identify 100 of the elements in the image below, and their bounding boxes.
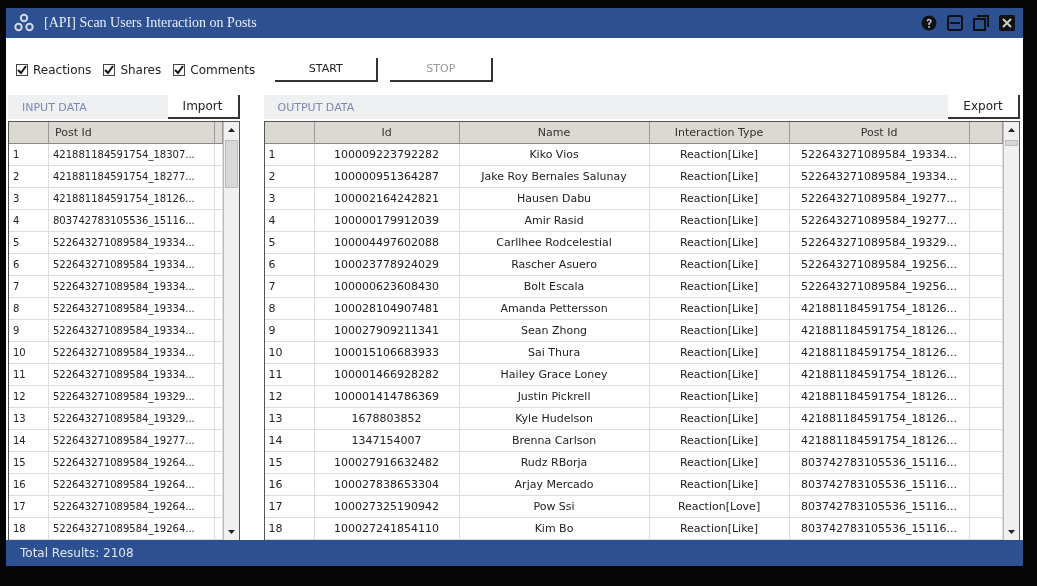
table-cell: 522643271089584_19334... [49,364,215,386]
row-number: 11 [9,364,49,386]
panel-title: OUTPUT DATA [276,100,356,114]
row-number: 2 [9,166,49,188]
table-cell: 100009223792282 [314,144,460,166]
table-cell: 100000951364287 [314,166,460,188]
row-number: 10 [9,342,49,364]
table-cell: 421881184591754_18126... [789,408,970,430]
row-number: 2 [264,166,315,188]
table-cell: Arjay Mercado [459,474,650,496]
column-header[interactable]: Name [459,122,650,144]
row-number: 15 [9,452,49,474]
table-cell: 522643271089584_19256... [789,254,970,276]
table-cell: Rascher Asuero [459,254,650,276]
option-checkbox[interactable]: Reactions [16,62,92,77]
table-cell: 421881184591754_18126... [789,342,970,364]
row-number: 3 [9,188,49,210]
table-cell: Reaction[Like] [649,144,790,166]
table-cell: 100028104907481 [314,298,460,320]
row-number: 17 [9,496,49,518]
table-cell: 803742783105536_15116... [789,452,970,474]
table-cell: Reaction[Like] [649,210,790,232]
row-number: 17 [264,496,315,518]
row-number: 6 [264,254,315,276]
row-number: 15 [264,452,315,474]
row-number: 11 [264,364,315,386]
table-cell: Justin Pickrell [459,386,650,408]
table-cell: Reaction[Like] [649,254,790,276]
table-cell: Reaction[Like] [649,408,790,430]
checkmark-icon [104,64,115,75]
scrollbar[interactable] [1003,122,1019,540]
table-cell: Kyle Hudelson [459,408,650,430]
column-header[interactable]: Interaction Type [649,122,790,144]
table-cell: Brenna Carlson [459,430,650,452]
option-checkbox[interactable]: Shares [103,62,162,77]
row-number: 16 [264,474,315,496]
table-cell: Reaction[Like] [649,386,790,408]
panel-title: INPUT DATA [21,100,88,114]
export-button[interactable]: Export [948,95,1020,119]
column-header[interactable]: Post Id [789,122,970,144]
table-cell: 100000179912039 [314,210,460,232]
table-cell: 522643271089584_19277... [49,430,215,452]
table-cell: 522643271089584_19277... [789,210,970,232]
table-cell: 522643271089584_19334... [49,232,215,254]
table-cell: Amanda Pettersson [459,298,650,320]
import-button[interactable]: Import [167,95,240,119]
column-header[interactable]: Id [314,122,460,144]
table-cell: 522643271089584_19334... [789,166,970,188]
status-text: Total Results: 2108 [20,546,134,560]
table-cell: 421881184591754_18126... [789,298,970,320]
scroll-thumb[interactable] [224,140,238,188]
table-cell: 522643271089584_19329... [789,232,970,254]
table-cell: Pow Ssi [459,496,650,518]
row-number: 12 [264,386,315,408]
table-cell: 522643271089584_19334... [49,342,215,364]
table-cell: 100001414786369 [314,386,460,408]
table-cell: 803742783105536_15116... [789,474,970,496]
restore-icon[interactable] [973,15,989,31]
row-number: 7 [264,276,315,298]
row-number: 1 [9,144,49,166]
table-cell: Jake Roy Bernales Salunay [459,166,650,188]
header-cell [969,122,1003,144]
table-cell: 100001466928282 [314,364,460,386]
start-button[interactable]: START [275,57,379,82]
table-cell: 522643271089584_19329... [49,408,215,430]
table-cell: 100027916632482 [314,452,460,474]
table-cell: 421881184591754_18126... [789,320,970,342]
table-cell: Reaction[Like] [649,430,790,452]
table-cell: Amir Rasid [459,210,650,232]
table-cell: Reaction[Like] [649,166,790,188]
option-checkbox[interactable]: Comments [173,62,256,77]
table-cell: 522643271089584_19256... [789,276,970,298]
table-cell: 1678803852 [314,408,460,430]
table-cell: 803742783105536_15116... [49,210,215,232]
row-number: 6 [9,254,49,276]
table-cell: Reaction[Like] [649,474,790,496]
app-logo-icon [14,13,34,33]
column-header[interactable]: Post Id [49,122,215,144]
row-number: 14 [9,430,49,452]
table-cell: 522643271089584_19334... [49,276,215,298]
table-cell: Reaction[Like] [649,364,790,386]
header-cell [264,122,315,144]
table-cell: Reaction[Like] [649,232,790,254]
row-number: 10 [264,342,315,364]
table-cell: Reaction[Love] [649,496,790,518]
minimize-icon[interactable] [947,15,963,31]
table-cell: 1347154007 [314,430,460,452]
row-number: 5 [9,232,49,254]
table-cell: 421881184591754_18307... [49,144,215,166]
table-cell: Kiko Vios [459,144,650,166]
table-cell: Sai Thura [459,342,650,364]
table-cell: 421881184591754_18126... [789,364,970,386]
close-icon[interactable] [999,15,1015,31]
table-cell: Reaction[Like] [649,188,790,210]
scroll-thumb[interactable] [1005,140,1018,146]
table-cell: Hausen Dabu [459,188,650,210]
row-number: 5 [264,232,315,254]
help-icon[interactable] [921,15,937,31]
row-number: 8 [264,298,315,320]
table-cell: 522643271089584_19334... [49,320,215,342]
